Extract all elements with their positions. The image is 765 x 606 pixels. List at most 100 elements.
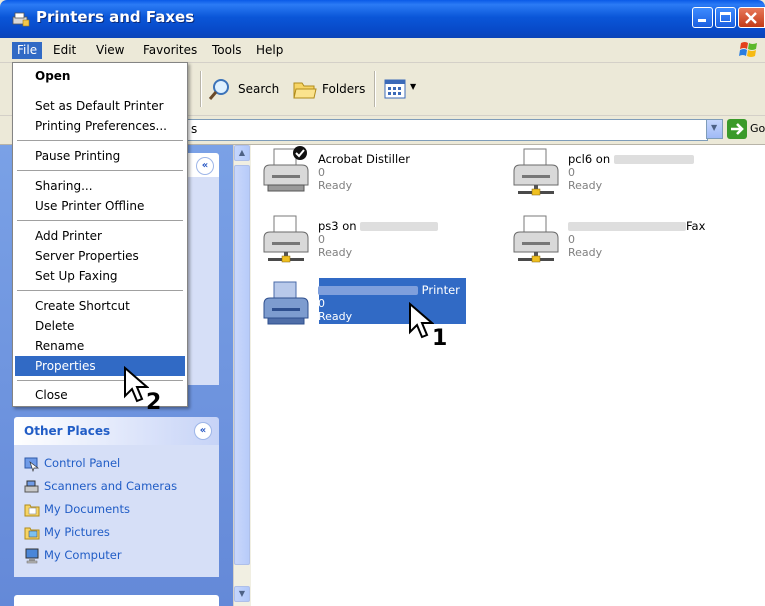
menu-item-properties[interactable]: Properties [15, 356, 185, 376]
network-printer-icon [513, 148, 559, 196]
collapse-icon[interactable]: « [194, 422, 212, 440]
printer-icon [263, 146, 309, 192]
printer-status: Ready [318, 310, 353, 323]
go-arrow-icon [727, 119, 747, 139]
menu-item-set-up-faxing[interactable]: Set Up Faxing [15, 266, 185, 286]
close-window-button[interactable] [738, 7, 765, 28]
toolbar-separator [200, 71, 201, 107]
chevron-down-icon: ▼ [711, 123, 718, 132]
other-places-body: Control Panel Scanners and Cameras My Do… [14, 445, 219, 577]
scroll-up-icon[interactable]: ▲ [234, 145, 250, 161]
menu-item-delete[interactable]: Delete [15, 316, 185, 336]
collapse-icon[interactable]: « [196, 157, 214, 175]
scrollbar-thumb[interactable] [234, 165, 250, 565]
redacted-text [360, 222, 439, 231]
printer-status: Ready [318, 246, 353, 259]
go-button[interactable]: Go [727, 119, 765, 139]
printer-status: Ready [568, 179, 603, 192]
minimize-icon [698, 19, 706, 22]
menu-tools[interactable]: Tools [207, 42, 247, 59]
scanner-camera-icon [24, 480, 39, 493]
window-title: Printers and Faxes [36, 8, 195, 26]
printer-job-count: 0 [318, 166, 325, 179]
printer-icon [263, 281, 309, 325]
menu-help[interactable]: Help [251, 42, 288, 59]
mouse-pointer-icon [409, 302, 434, 339]
scroll-down-icon[interactable]: ▼ [234, 586, 250, 602]
menu-separator [17, 220, 183, 221]
search-label: Search [238, 82, 280, 96]
folders-label: Folders [322, 82, 366, 96]
other-places-header[interactable]: Other Places « [14, 417, 219, 445]
menu-item-create-shortcut[interactable]: Create Shortcut [15, 296, 185, 316]
close-icon [745, 12, 757, 24]
search-button[interactable]: Search [206, 75, 284, 103]
menu-item-server-properties[interactable]: Server Properties [15, 246, 185, 266]
views-icon [384, 79, 406, 99]
printer-status: Ready [318, 179, 353, 192]
chevron-down-icon: ▼ [410, 82, 417, 91]
address-dropdown-button[interactable]: ▼ [706, 119, 723, 139]
title-bar[interactable]: Printers and Faxes [0, 0, 765, 38]
my-documents-icon [24, 504, 40, 517]
redacted-text [568, 222, 686, 231]
menu-edit[interactable]: Edit [48, 42, 81, 59]
printer-job-count: 0 [568, 166, 575, 179]
go-label: Go [750, 122, 765, 135]
printer-name: Fax [568, 219, 705, 233]
menu-separator [17, 170, 183, 171]
file-menu-dropdown: Open Set as Default Printer Printing Pre… [12, 62, 188, 407]
other-places-panel: Other Places « Control Panel Scanners an… [14, 417, 219, 577]
maximize-icon [720, 12, 731, 22]
printer-item[interactable]: pcl6 on 0 Ready [510, 145, 710, 205]
my-computer-icon [25, 548, 39, 564]
maximize-button[interactable] [715, 7, 736, 28]
minimize-button[interactable] [692, 7, 713, 28]
menu-item-set-default-printer[interactable]: Set as Default Printer [15, 96, 185, 116]
printer-job-count: 0 [568, 233, 575, 246]
views-button[interactable]: ▼ [382, 77, 424, 101]
task-pane-scrollbar[interactable]: ▲ ▼ [233, 145, 251, 606]
printer-job-count: 0 [318, 233, 325, 246]
folders-button[interactable]: Folders [290, 75, 370, 103]
step-number-2: 2 [146, 390, 162, 415]
explorer-window: Printers and Faxes File Edit View Favori… [0, 0, 765, 606]
printer-item[interactable]: Fax 0 Ready [510, 212, 710, 272]
menu-bar: File Edit View Favorites Tools Help [0, 38, 765, 63]
redacted-text [318, 286, 418, 295]
menu-separator [17, 290, 183, 291]
menu-item-printing-preferences[interactable]: Printing Preferences... [15, 116, 185, 136]
printer-status: Ready [568, 246, 603, 259]
menu-file[interactable]: File [12, 42, 43, 59]
menu-separator [17, 380, 183, 381]
other-places-title: Other Places [24, 424, 111, 438]
address-field[interactable]: s [186, 119, 708, 141]
windows-logo-icon [739, 42, 757, 57]
menu-item-sharing[interactable]: Sharing... [15, 176, 185, 196]
search-icon [208, 79, 229, 100]
step-number-1: 1 [432, 326, 448, 351]
menu-view[interactable]: View [91, 42, 129, 59]
my-pictures-icon [24, 527, 40, 540]
control-panel-icon [24, 457, 40, 472]
details-panel-header[interactable] [14, 595, 219, 606]
address-text: s [191, 122, 198, 136]
redacted-text [613, 155, 694, 164]
network-printer-icon [263, 215, 309, 263]
menu-favorites[interactable]: Favorites [138, 42, 202, 59]
folders-icon [293, 82, 317, 99]
menu-item-add-printer[interactable]: Add Printer [15, 226, 185, 246]
printer-name: Printer [318, 283, 460, 297]
menu-separator [17, 140, 183, 141]
printers-folder-icon [12, 12, 30, 27]
printer-name: ps3 on [318, 219, 439, 233]
menu-item-open[interactable]: Open [15, 66, 185, 86]
printer-item[interactable]: ps3 on 0 Ready [260, 212, 460, 272]
menu-item-use-printer-offline[interactable]: Use Printer Offline [15, 196, 185, 216]
printer-job-count: 0 [318, 297, 325, 310]
network-fax-icon [513, 215, 559, 263]
menu-item-rename[interactable]: Rename [15, 336, 185, 356]
menu-item-pause-printing[interactable]: Pause Printing [15, 146, 185, 166]
printer-name: Acrobat Distiller [318, 152, 410, 166]
printer-item[interactable]: Acrobat Distiller 0 Ready [260, 145, 460, 205]
